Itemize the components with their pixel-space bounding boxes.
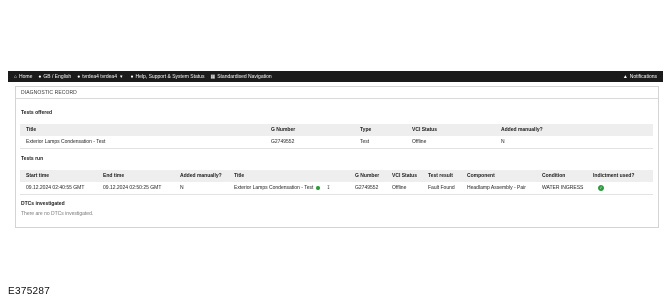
grid-icon: ▦ — [210, 73, 216, 80]
table-header: Start time End time Added manually? Titl… — [20, 170, 653, 182]
col-component: Component — [467, 173, 495, 179]
nav-help[interactable]: ● Help, Support & System Status — [131, 74, 205, 80]
cell-vci-status: Offline — [392, 185, 407, 191]
col-condition: Condition — [542, 173, 566, 179]
nav-home[interactable]: ⌂ Home — [14, 74, 32, 80]
col-test-result: Test result — [428, 173, 453, 179]
nav-home-label: Home — [19, 73, 33, 80]
col-indictment-used: Indictment used? — [593, 173, 635, 179]
bell-icon: ▲ — [622, 73, 628, 80]
cell-vci-status: Offline — [412, 139, 427, 145]
nav-locale-label: GB / English — [43, 73, 72, 80]
table-header: Title G Number Type VCI Status Added man… — [20, 124, 653, 136]
globe-icon: ● — [38, 73, 42, 80]
user-icon: ● — [77, 73, 81, 80]
col-start-time: Start time — [26, 173, 50, 179]
check-circle-icon: ✓ — [598, 185, 604, 191]
col-end-time: End time — [103, 173, 125, 179]
cell-added-manually: N — [180, 185, 184, 191]
figure-id: E375287 — [8, 286, 51, 297]
caret-down-icon: ▾ — [119, 73, 123, 80]
cell-component: Headlamp Assembly - Pair — [467, 185, 526, 191]
nav-help-label: Help, Support & System Status — [135, 73, 205, 80]
cell-end-time: 09.12.2024 02:50:25 GMT — [103, 185, 162, 191]
col-title: Title — [234, 173, 245, 179]
nav-standardised[interactable]: ▦ Standardised Navigation — [210, 74, 271, 80]
cell-g-number: G2749552 — [355, 185, 379, 191]
table-row[interactable]: Exterior Lamps Condensation - Test G2749… — [20, 136, 653, 149]
cell-condition: WATER INGRESS — [542, 185, 584, 191]
col-added-manually: Added manually? — [180, 173, 222, 179]
col-g-number: G Number — [355, 173, 380, 179]
cell-start-time: 09.12.2024 02:40:55 GMT — [26, 185, 85, 191]
cell-title-group: Exterior Lamps Condensation - Test ↧ — [234, 182, 331, 194]
nav-notifications-label: Notifications — [629, 73, 657, 80]
cell-g-number: G2749552 — [271, 139, 295, 145]
nav-user-menu[interactable]: ● tvrdea4 tvrdea4 ▾ — [77, 74, 124, 80]
col-vci-status: VCI Status — [412, 127, 438, 133]
download-icon[interactable]: ↧ — [326, 185, 330, 191]
tests-offered-heading: Tests offered — [21, 110, 53, 116]
cell-type: Test — [360, 139, 370, 145]
col-added-manually: Added manually? — [501, 127, 543, 133]
top-nav-bar: ⌂ Home ● GB / English ● tvrdea4 tvrdea4 … — [8, 71, 663, 82]
tests-offered-table: Title G Number Type VCI Status Added man… — [20, 124, 653, 149]
nav-user-label: tvrdea4 tvrdea4 — [82, 73, 117, 80]
tests-run-table: Start time End time Added manually? Titl… — [20, 170, 653, 195]
panel-title: DIAGNOSTIC RECORD — [16, 87, 658, 99]
cell-title[interactable]: Exterior Lamps Condensation - Test — [234, 185, 313, 191]
tests-run-heading: Tests run — [21, 156, 44, 162]
col-title: Title — [26, 127, 37, 133]
diagnostic-record-panel: DIAGNOSTIC RECORD Tests offered Title G … — [15, 86, 659, 228]
nav-locale[interactable]: ● GB / English — [38, 74, 71, 80]
nav-standardised-label: Standardised Navigation — [217, 73, 272, 80]
cell-indictment-used: ✓ — [598, 182, 604, 194]
cell-added-manually: N — [501, 139, 505, 145]
dtcs-heading: DTCs investigated — [21, 201, 65, 207]
col-g-number: G Number — [271, 127, 296, 133]
status-dot-icon — [316, 186, 321, 190]
cell-test-result: Fault Found — [428, 185, 455, 191]
cell-title[interactable]: Exterior Lamps Condensation - Test — [26, 136, 105, 148]
nav-notifications[interactable]: ▲ Notifications — [623, 74, 657, 80]
col-vci-status: VCI Status — [392, 173, 418, 179]
col-type: Type — [360, 127, 372, 133]
help-icon: ● — [130, 73, 134, 80]
home-icon: ⌂ — [14, 73, 18, 80]
dtcs-empty-note: There are no DTCs investigated. — [21, 211, 94, 217]
table-row[interactable]: 09.12.2024 02:40:55 GMT 09.12.2024 02:50… — [20, 182, 653, 195]
